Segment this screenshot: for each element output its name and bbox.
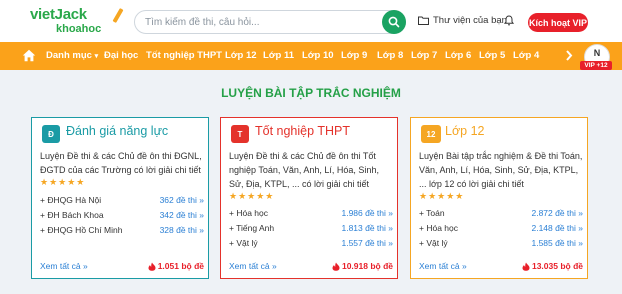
card-badge-icon: Đ: [42, 125, 60, 143]
chevron-right-icon[interactable]: [565, 49, 573, 62]
nav-item-lop-9[interactable]: Lớp 9: [341, 42, 367, 70]
bell-icon[interactable]: [504, 15, 514, 26]
item-label: + Hóa học: [419, 223, 458, 233]
nav-item-lop-7[interactable]: Lớp 7: [411, 42, 437, 70]
see-all-link[interactable]: Xem tất cả »: [419, 261, 467, 271]
item-count-link[interactable]: 2.872 đề thi »: [531, 208, 583, 218]
list-item[interactable]: + Hóa học 1.986 đề thi »: [229, 208, 393, 221]
card-tot-nghiep-thpt: T Tốt nghiệp THPT Luyện Đề thi & các Chủ…: [220, 117, 398, 279]
logo-main-text: vietJack: [30, 6, 87, 23]
list-item[interactable]: + ĐHQG Hồ Chí Minh 328 đề thi »: [40, 225, 204, 238]
list-item[interactable]: + Hóa học 2.148 đề thi »: [419, 223, 583, 236]
list-item[interactable]: + Toán 2.872 đề thi »: [419, 208, 583, 221]
fire-icon: [332, 262, 340, 271]
card-badge-icon: 12: [421, 125, 441, 143]
nav-item-lop-8[interactable]: Lớp 8: [377, 42, 403, 70]
card-badge-icon: T: [231, 125, 249, 143]
item-count-link[interactable]: 1.986 đề thi »: [341, 208, 393, 218]
site-logo[interactable]: vietJack khoahoc: [30, 6, 130, 38]
nav-item-tot-nghiep[interactable]: Tốt nghiệp THPT: [146, 42, 222, 70]
avatar-initial: N: [593, 48, 601, 58]
search-input[interactable]: [145, 11, 375, 33]
list-item[interactable]: + ĐH Bách Khoa 342 đề thi »: [40, 210, 204, 223]
item-count-link[interactable]: 1.557 đề thi »: [341, 238, 393, 248]
chevron-down-icon: ▾: [94, 53, 99, 60]
see-all-link[interactable]: Xem tất cả »: [40, 261, 88, 271]
item-count-link[interactable]: 362 đề thi »: [160, 195, 204, 205]
nav-item-lop-10[interactable]: Lớp 10: [302, 42, 334, 70]
item-count-link[interactable]: 328 đề thi »: [160, 225, 204, 235]
list-item[interactable]: + ĐHQG Hà Nội 362 đề thi »: [40, 195, 204, 208]
logo-sub-text: khoahoc: [56, 23, 102, 35]
pencil-icon: [112, 8, 124, 23]
main-nav: Danh mục ▾ Đại học Tốt nghiệp THPT Lớp 1…: [0, 42, 622, 70]
nav-menu-label: Danh mục: [46, 50, 92, 61]
nav-item-dai-hoc[interactable]: Đại học: [104, 42, 138, 70]
item-label: + Hóa học: [229, 208, 268, 218]
item-label: + Tiếng Anh: [229, 223, 275, 233]
item-label: + ĐHQG Hồ Chí Minh: [40, 225, 123, 235]
search-box: [134, 10, 406, 34]
total-sets: 10.918 bộ đề: [332, 261, 393, 271]
item-label: + Toán: [419, 208, 445, 218]
total-sets: 1.051 bộ đề: [148, 261, 204, 271]
rating-stars: ★★★★★: [229, 191, 275, 201]
item-label: + Vật lý: [229, 238, 258, 248]
item-count-link[interactable]: 1.813 đề thi »: [341, 223, 393, 233]
home-icon[interactable]: [22, 49, 36, 62]
nav-menu-dropdown[interactable]: Danh mục ▾: [46, 42, 98, 70]
card-title[interactable]: Lớp 12: [445, 124, 484, 138]
nav-item-lop-11[interactable]: Lớp 11: [263, 42, 294, 70]
item-count-link[interactable]: 2.148 đề thi »: [531, 223, 583, 233]
list-item[interactable]: + Vật lý 1.557 đề thi »: [229, 238, 393, 251]
total-label: 1.051 bộ đề: [157, 261, 204, 271]
search-button[interactable]: [382, 10, 406, 34]
search-icon: [388, 16, 400, 28]
nav-item-lop-4[interactable]: Lớp 4: [513, 42, 539, 70]
item-label: + ĐHQG Hà Nội: [40, 195, 102, 205]
nav-item-lop-6[interactable]: Lớp 6: [445, 42, 471, 70]
list-item[interactable]: + Tiếng Anh 1.813 đề thi »: [229, 223, 393, 236]
rating-stars: ★★★★★: [40, 177, 86, 187]
vip-badge: VIP +12: [580, 61, 612, 70]
item-count-link[interactable]: 1.585 đề thi »: [531, 238, 583, 248]
fire-icon: [148, 262, 156, 271]
section-title: LUYỆN BÀI TẬP TRẮC NGHIỆM: [221, 86, 401, 100]
nav-item-lop-12[interactable]: Lớp 12: [225, 42, 257, 70]
list-item[interactable]: + Vật lý 1.585 đề thi »: [419, 238, 583, 251]
card-description: Luyện Đề thi & các Chủ đề ôn thi ĐGNL, Đ…: [40, 151, 202, 175]
fire-icon: [522, 262, 530, 271]
total-label: 13.035 bộ đề: [531, 261, 583, 271]
item-label: + Vật lý: [419, 238, 448, 248]
card-footer: Xem tất cả » 10.918 bộ đề: [229, 261, 393, 273]
see-all-link[interactable]: Xem tất cả »: [229, 261, 277, 271]
folder-icon: [418, 16, 429, 25]
item-count-link[interactable]: 342 đề thi »: [160, 210, 204, 220]
nav-item-lop-5[interactable]: Lớp 5: [479, 42, 505, 70]
library-link[interactable]: Thư viện của bạn: [418, 15, 507, 26]
card-title[interactable]: Đánh giá năng lực: [66, 124, 168, 138]
library-label: Thư viện của bạn: [433, 15, 507, 26]
card-footer: Xem tất cả » 13.035 bộ đề: [419, 261, 583, 273]
top-header: vietJack khoahoc Thư viện của bạn Kích h…: [0, 0, 622, 42]
card-description: Luyện Đề thi & các Chủ đề ôn thi Tốt ngh…: [229, 151, 379, 189]
total-label: 10.918 bộ đề: [341, 261, 393, 271]
rating-stars: ★★★★★: [419, 191, 465, 201]
card-description: Luyện Bài tập trắc nghiệm & Đề thi Toán,…: [419, 151, 583, 189]
card-title[interactable]: Tốt nghiệp THPT: [255, 124, 350, 138]
total-sets: 13.035 bộ đề: [522, 261, 583, 271]
card-lop-12: 12 Lớp 12 Luyện Bài tập trắc nghiệm & Đề…: [410, 117, 588, 279]
card-danh-gia-nang-luc: Đ Đánh giá năng lực Luyện Đề thi & các C…: [31, 117, 209, 279]
card-footer: Xem tất cả » 1.051 bộ đề: [40, 261, 204, 273]
item-label: + ĐH Bách Khoa: [40, 210, 104, 220]
activate-vip-button[interactable]: Kích hoạt VIP: [528, 13, 588, 32]
